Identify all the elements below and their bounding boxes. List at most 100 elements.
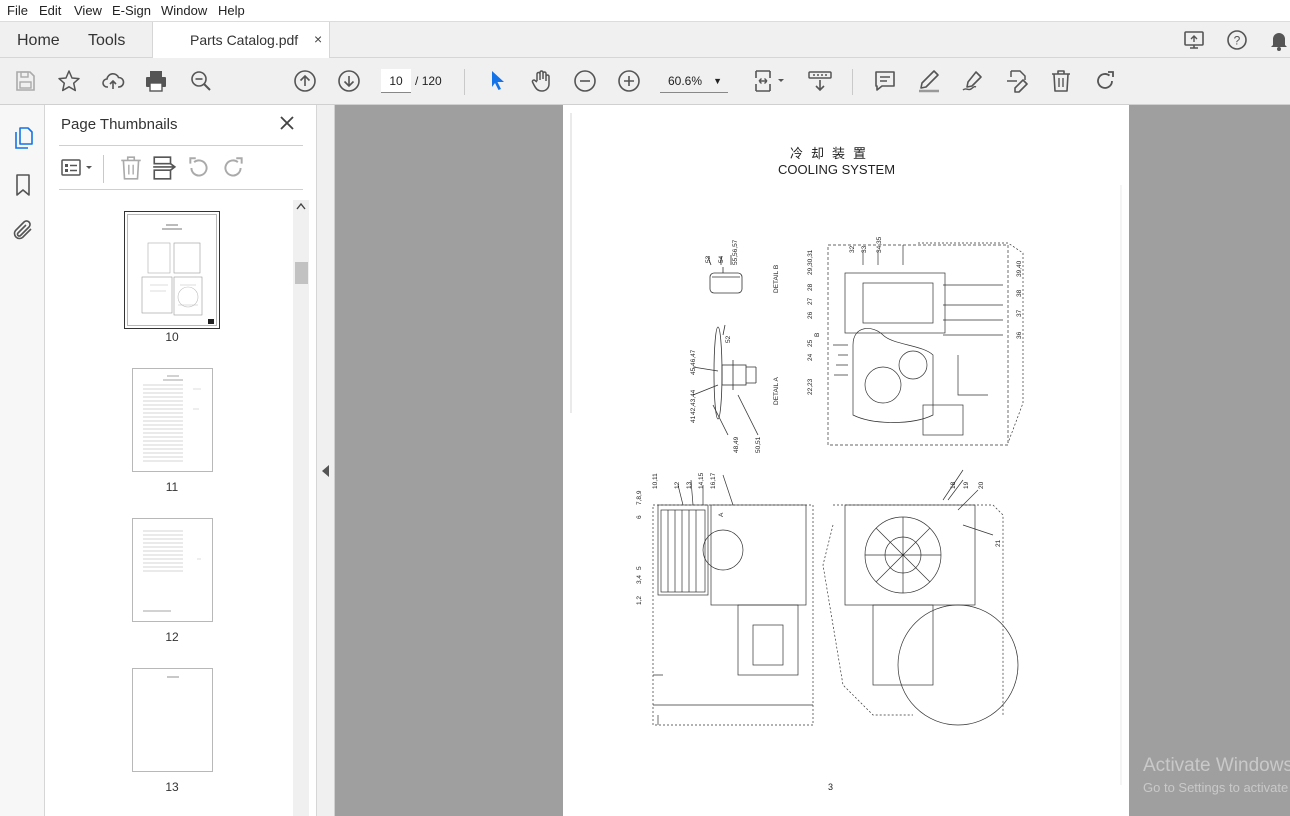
save-button[interactable] [12, 68, 38, 94]
highlighter-pen-icon [919, 70, 939, 93]
detail-label: DETAIL A [773, 377, 780, 405]
previous-page-button[interactable] [292, 68, 318, 94]
detail-label: DETAIL B [773, 265, 780, 293]
tab-tools[interactable]: Tools [88, 32, 125, 50]
thumbnail-options-menu-icon[interactable] [60, 155, 96, 181]
callout-label: 53 [705, 255, 712, 263]
thumbnail-label: 11 [165, 480, 179, 494]
menu-file[interactable]: File [7, 3, 28, 18]
pdf-page: 冷却装置 COOLING SYSTEM 53 54 55,56,57 52 45… [563, 105, 1129, 816]
toolbar: 10 / 120 60.6% ▼ [0, 58, 1290, 105]
delete-button[interactable] [1048, 68, 1074, 94]
callout-label: 37 [1016, 309, 1023, 317]
thumbnail-page-12[interactable] [132, 518, 213, 622]
callout-label: A [718, 512, 725, 517]
help-icon[interactable]: ? [1225, 28, 1249, 52]
print-button[interactable] [143, 68, 169, 94]
close-icon[interactable] [278, 114, 296, 132]
star-icon [58, 70, 80, 92]
scrollbar-thumb[interactable] [295, 262, 308, 284]
delete-page-icon[interactable] [118, 155, 144, 181]
comment-icon [875, 71, 895, 91]
callout-label: 27 [807, 297, 814, 305]
scroll-up-arrow-icon[interactable] [296, 202, 306, 210]
callout-label: 22,23 [807, 378, 814, 395]
thumbnail-page-13[interactable] [132, 668, 213, 772]
collapse-panel-button[interactable] [317, 105, 335, 816]
activation-watermark-title: Activate Windows [1143, 755, 1290, 776]
select-tool-button[interactable] [485, 68, 511, 94]
edit-document-icon [1007, 70, 1028, 93]
callout-label: 16,17 [710, 472, 717, 489]
callout-label: 42,43,44 [690, 389, 697, 415]
menu-view[interactable]: View [74, 3, 102, 18]
divider [103, 155, 104, 183]
document-tab-close-button[interactable]: × [314, 31, 322, 47]
callout-label: 13 [686, 481, 693, 489]
menu-help[interactable]: Help [218, 3, 245, 18]
upload-button[interactable] [100, 68, 126, 94]
callout-label: 6 [636, 515, 643, 519]
bookmark-icon[interactable] [11, 173, 35, 197]
bookmark-star-button[interactable] [56, 68, 82, 94]
cursor-arrow-icon [492, 71, 504, 90]
menu-window[interactable]: Window [161, 3, 207, 18]
callout-label: 29,30,31 [807, 249, 814, 275]
thumbnail-page-11[interactable] [132, 368, 213, 472]
rotate-counterclockwise-icon[interactable] [186, 155, 212, 181]
panel-title: Page Thumbnails [61, 116, 178, 133]
collapse-arrow-icon [322, 465, 329, 477]
chevron-down-icon: ▼ [713, 76, 722, 86]
thumbnail-scrollbar[interactable] [293, 200, 309, 816]
callout-label: 10,11 [652, 473, 659, 489]
thumbnail-drawing-preview [141, 224, 214, 324]
draw-button[interactable] [960, 68, 986, 94]
thumbnail-table-preview [143, 530, 201, 612]
rotate-clockwise-icon[interactable] [220, 155, 246, 181]
callout-label: 54 [718, 255, 725, 263]
fill-sign-button[interactable] [1004, 68, 1030, 94]
trash-icon [1052, 70, 1070, 92]
scroll-mode-button[interactable] [807, 68, 833, 94]
tab-bar: Home Tools Parts Catalog.pdf × ? [0, 21, 1290, 58]
callout-label: 21 [995, 539, 1002, 547]
page-fit-button[interactable] [752, 68, 788, 94]
document-tab-title: Parts Catalog.pdf [190, 32, 299, 48]
hand-icon [531, 70, 550, 92]
thumbnail-label: 13 [165, 780, 179, 794]
next-page-button[interactable] [336, 68, 362, 94]
page-thumbnails-icon[interactable] [11, 126, 35, 150]
callout-label: 26 [807, 311, 814, 319]
rotate-button[interactable] [1092, 68, 1118, 94]
thumbnail-table-preview [143, 375, 201, 462]
callout-label: 41 [690, 415, 697, 423]
callout-label: 20 [978, 481, 985, 489]
thumbnail-page-10[interactable] [124, 211, 220, 329]
thumbnail-label: 10 [165, 330, 179, 344]
zoom-search-button[interactable] [188, 68, 214, 94]
attachment-paperclip-icon[interactable] [11, 218, 35, 242]
notification-bell-icon[interactable] [1267, 28, 1290, 52]
insert-page-icon[interactable] [151, 155, 177, 181]
zoom-in-button[interactable] [616, 68, 642, 94]
share-screen-icon[interactable] [1183, 28, 1207, 52]
comment-button[interactable] [872, 68, 898, 94]
callout-label: 12 [674, 481, 681, 489]
page-number-input[interactable]: 10 [381, 69, 411, 93]
callout-label: 19 [963, 481, 970, 489]
menu-edit[interactable]: Edit [39, 3, 61, 18]
tab-home[interactable]: Home [17, 32, 60, 50]
page-total: / 120 [415, 74, 442, 88]
highlight-button[interactable] [916, 68, 942, 94]
page-thumbnails-panel: Page Thumbnails 10 11 12 13 [45, 105, 317, 816]
zoom-level-select[interactable]: 60.6% ▼ [660, 69, 728, 93]
hand-tool-button[interactable] [528, 68, 554, 94]
zoom-out-button[interactable] [572, 68, 598, 94]
document-tab[interactable]: Parts Catalog.pdf × [152, 22, 330, 58]
menu-esign[interactable]: E-Sign [112, 3, 151, 18]
minus-circle-icon [574, 70, 596, 92]
menu-bar: File Edit View E-Sign Window Help [0, 0, 1290, 21]
callout-label: 28 [807, 283, 814, 291]
page-total-count: 120 [421, 74, 442, 88]
cooling-system-parts-diagram: 53 54 55,56,57 52 45,46,47 42,43,44 41 4… [570, 113, 1122, 785]
